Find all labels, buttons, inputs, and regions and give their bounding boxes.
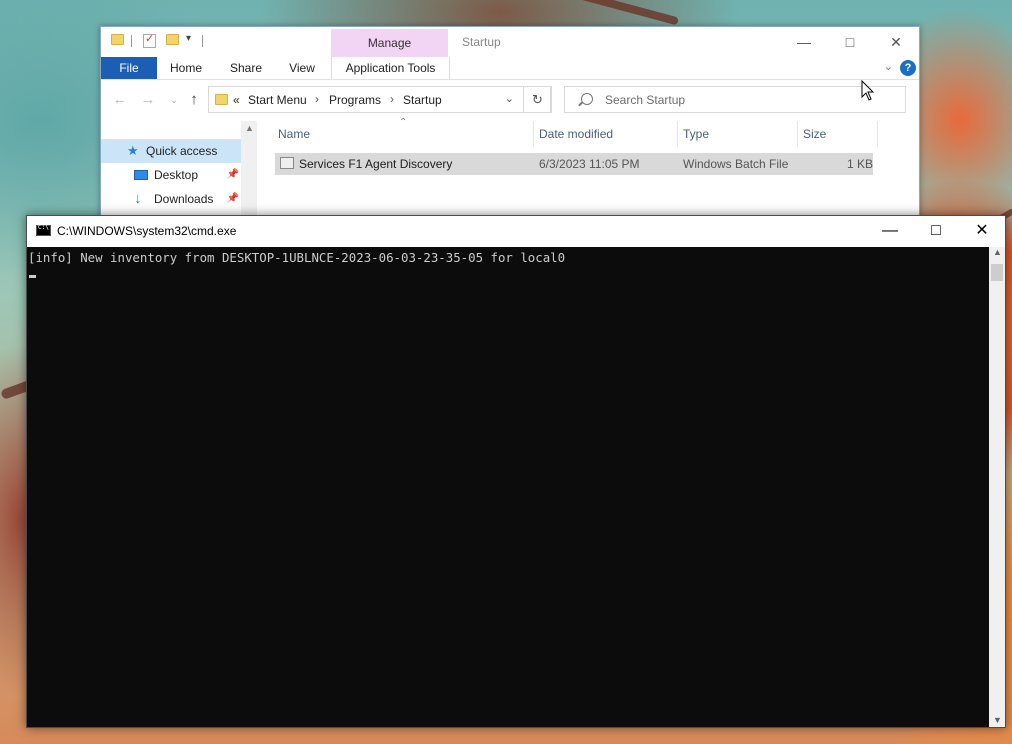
batch-file-icon bbox=[280, 157, 294, 169]
search-icon bbox=[581, 93, 593, 105]
scrollbar-thumb[interactable] bbox=[991, 264, 1003, 281]
cmd-window-title: C:\WINDOWS\system32\cmd.exe bbox=[57, 224, 237, 238]
mouse-pointer-icon bbox=[861, 80, 875, 101]
tab-home[interactable]: Home bbox=[163, 57, 209, 79]
pin-icon[interactable]: 📌 bbox=[227, 187, 239, 211]
star-icon: ★ bbox=[127, 143, 139, 158]
navigation-bar: ← → ⌄ ↑ « Start Menu › Programs › Startu… bbox=[101, 85, 919, 117]
new-folder-icon[interactable] bbox=[166, 34, 180, 48]
chevron-right-icon[interactable]: › bbox=[315, 92, 319, 106]
file-name: Services F1 Agent Discovery bbox=[299, 157, 453, 171]
command-prompt-window: C:\WINDOWS\system32\cmd.exe — □ ✕ [info]… bbox=[26, 215, 1006, 728]
tab-file[interactable]: File bbox=[101, 57, 157, 79]
console-output[interactable]: [info] New inventory from DESKTOP-1UBLNC… bbox=[27, 247, 989, 727]
address-bar[interactable]: « Start Menu › Programs › Startup ⌄ bbox=[208, 86, 551, 113]
wallpaper-branch bbox=[561, 0, 679, 26]
nav-item-label: Downloads bbox=[154, 192, 214, 206]
chevron-down-icon[interactable]: ⌄ bbox=[505, 92, 514, 105]
up-arrow-icon[interactable]: ↑ bbox=[185, 91, 203, 109]
recent-locations-chevron-icon[interactable]: ⌄ bbox=[165, 91, 183, 109]
breadcrumb-startup[interactable]: Startup bbox=[403, 93, 442, 107]
cmd-scrollbar[interactable]: ▲ ▼ bbox=[989, 247, 1005, 727]
breadcrumb-start-menu[interactable]: Start Menu bbox=[248, 93, 307, 107]
tab-application-tools[interactable]: Application Tools bbox=[331, 57, 450, 79]
search-input[interactable]: Search Startup bbox=[564, 86, 906, 113]
divider bbox=[131, 35, 132, 47]
nav-item-desktop[interactable]: Desktop 📌 bbox=[101, 163, 241, 187]
forward-arrow-icon[interactable]: → bbox=[139, 91, 157, 109]
folder-icon[interactable] bbox=[111, 34, 125, 48]
divider bbox=[202, 35, 203, 47]
divider bbox=[533, 121, 534, 147]
sort-ascending-icon: ⌃ bbox=[399, 117, 408, 128]
maximize-button[interactable]: □ bbox=[913, 216, 959, 246]
close-button[interactable]: ✕ bbox=[959, 216, 1005, 246]
nav-pane-scrollbar[interactable]: ▲ bbox=[241, 121, 257, 227]
customize-dropdown-icon[interactable]: ▾ bbox=[186, 33, 200, 47]
nav-item-label: Desktop bbox=[154, 168, 199, 182]
file-date-modified: 6/3/2023 11:05 PM bbox=[539, 157, 640, 171]
maximize-button[interactable]: □ bbox=[827, 31, 873, 53]
cmd-icon[interactable] bbox=[36, 224, 51, 236]
column-header-size[interactable]: Size bbox=[803, 127, 826, 141]
scroll-up-arrow-icon[interactable]: ▲ bbox=[993, 247, 1002, 257]
desktop-icon bbox=[134, 170, 148, 180]
properties-icon[interactable]: ✓ bbox=[143, 33, 156, 48]
nav-item-quick-access[interactable]: ★ Quick access bbox=[101, 139, 241, 163]
scroll-down-arrow-icon[interactable]: ▼ bbox=[993, 715, 1002, 725]
refresh-button[interactable]: ↻ bbox=[523, 86, 552, 113]
ribbon-tabs: File Home Share View ⌄ ? bbox=[101, 57, 919, 80]
help-icon[interactable]: ? bbox=[900, 60, 916, 76]
search-placeholder: Search Startup bbox=[605, 93, 686, 107]
pin-icon[interactable]: 📌 bbox=[227, 163, 239, 187]
back-arrow-icon[interactable]: ← bbox=[111, 91, 129, 109]
tab-view[interactable]: View bbox=[279, 57, 325, 79]
console-line: [info] New inventory from DESKTOP-1UBLNC… bbox=[28, 250, 566, 265]
chevron-right-icon[interactable]: › bbox=[390, 92, 394, 106]
column-header-name[interactable]: Name bbox=[278, 127, 310, 141]
column-header-date-modified[interactable]: Date modified bbox=[539, 127, 613, 141]
table-row[interactable]: Services F1 Agent Discovery 6/3/2023 11:… bbox=[275, 153, 873, 175]
column-header-type[interactable]: Type bbox=[683, 127, 709, 141]
divider bbox=[677, 121, 678, 147]
navigation-pane: ★ Quick access Desktop 📌 ↓ Downloads 📌 ▲ bbox=[101, 121, 257, 227]
manage-tab-group[interactable]: Manage bbox=[331, 29, 448, 57]
explorer-title-bar: ✓ ▾ Manage Startup — □ ✕ bbox=[101, 27, 919, 57]
nav-item-downloads[interactable]: ↓ Downloads 📌 bbox=[101, 187, 241, 211]
text-cursor bbox=[29, 275, 36, 278]
divider bbox=[797, 121, 798, 147]
nav-item-label: Quick access bbox=[146, 144, 218, 158]
cmd-title-bar: C:\WINDOWS\system32\cmd.exe — □ ✕ bbox=[27, 216, 1005, 247]
minimize-button[interactable]: — bbox=[867, 216, 913, 246]
file-list: ⌃ Name Date modified Type Size Services … bbox=[275, 117, 915, 227]
close-button[interactable]: ✕ bbox=[873, 31, 919, 53]
window-title: Startup bbox=[462, 35, 501, 49]
download-arrow-icon: ↓ bbox=[134, 190, 142, 207]
file-type: Windows Batch File bbox=[683, 157, 789, 171]
breadcrumb-overflow[interactable]: « bbox=[233, 93, 240, 107]
chevron-down-icon[interactable]: ⌄ bbox=[884, 60, 893, 73]
file-size: 1 KB bbox=[847, 157, 874, 171]
file-explorer-window: ✓ ▾ Manage Startup — □ ✕ File Home Share… bbox=[100, 26, 920, 228]
divider bbox=[877, 121, 878, 147]
folder-icon bbox=[215, 94, 228, 105]
scroll-up-arrow-icon[interactable]: ▲ bbox=[245, 123, 254, 133]
minimize-button[interactable]: — bbox=[781, 31, 827, 53]
breadcrumb-programs[interactable]: Programs bbox=[329, 93, 381, 107]
tab-share[interactable]: Share bbox=[223, 57, 269, 79]
